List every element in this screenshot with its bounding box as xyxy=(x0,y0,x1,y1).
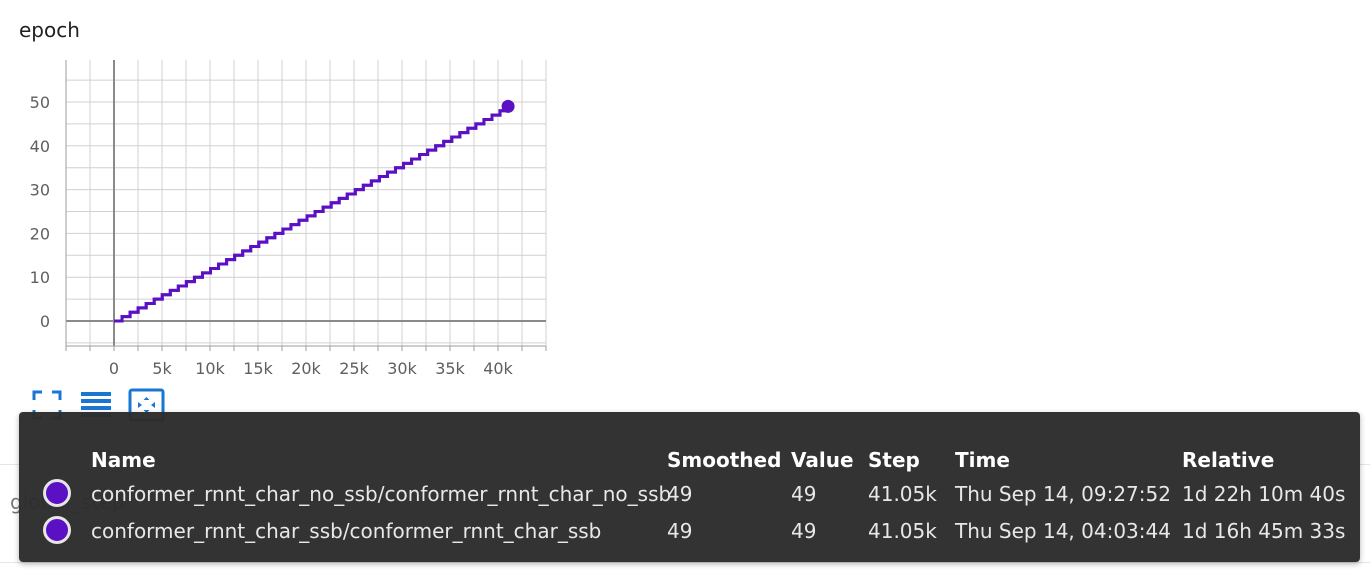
row-name: conformer_rnnt_char_no_ssb/conformer_rnn… xyxy=(91,482,672,506)
row-value: 49 xyxy=(791,519,817,543)
row-value: 49 xyxy=(791,482,817,506)
series-color-swatch xyxy=(43,479,71,507)
data-point-last xyxy=(501,99,515,113)
chart-tooltip: Name Smoothed Value Step Time Relative c… xyxy=(19,412,1360,562)
x-tick-label: 35k xyxy=(435,359,465,378)
divider xyxy=(0,562,1370,563)
row-smoothed: 49 xyxy=(667,482,693,506)
col-header-smoothed: Smoothed xyxy=(667,448,782,472)
y-tick-label: 50 xyxy=(30,93,50,112)
y-tick-label: 0 xyxy=(40,312,50,331)
x-tick-label: 30k xyxy=(387,359,417,378)
col-header-step: Step xyxy=(868,448,920,472)
col-header-name: Name xyxy=(91,448,156,472)
row-name: conformer_rnnt_char_ssb/conformer_rnnt_c… xyxy=(91,519,602,543)
row-time: Thu Sep 14, 04:03:44 xyxy=(955,519,1171,543)
row-step: 41.05k xyxy=(868,519,937,543)
y-tick-label: 30 xyxy=(30,181,50,200)
y-tick-label: 40 xyxy=(30,137,50,156)
col-header-relative: Relative xyxy=(1182,448,1275,472)
col-header-value: Value xyxy=(791,448,854,472)
row-time: Thu Sep 14, 09:27:52 xyxy=(955,482,1171,506)
y-tick-label: 20 xyxy=(30,224,50,243)
row-smoothed: 49 xyxy=(667,519,693,543)
series-line xyxy=(114,106,510,323)
x-tick-label: 20k xyxy=(291,359,321,378)
epoch-chart[interactable]: 0 10 20 30 40 50 0 5k 10k 15k 20k 25k 30k 35k 40k xyxy=(0,0,560,385)
row-step: 41.05k xyxy=(868,482,937,506)
x-tick-label: 0 xyxy=(109,359,119,378)
y-tick-label: 10 xyxy=(30,268,50,287)
x-tick-label: 25k xyxy=(339,359,369,378)
series-line xyxy=(114,106,510,323)
series-color-swatch xyxy=(43,516,71,544)
x-tick-label: 5k xyxy=(152,359,172,378)
row-relative: 1d 16h 45m 33s xyxy=(1182,519,1346,543)
x-tick-label: 40k xyxy=(483,359,513,378)
col-header-time: Time xyxy=(955,448,1010,472)
row-relative: 1d 22h 10m 40s xyxy=(1182,482,1346,506)
x-tick-label: 15k xyxy=(243,359,273,378)
x-tick-label: 10k xyxy=(195,359,225,378)
